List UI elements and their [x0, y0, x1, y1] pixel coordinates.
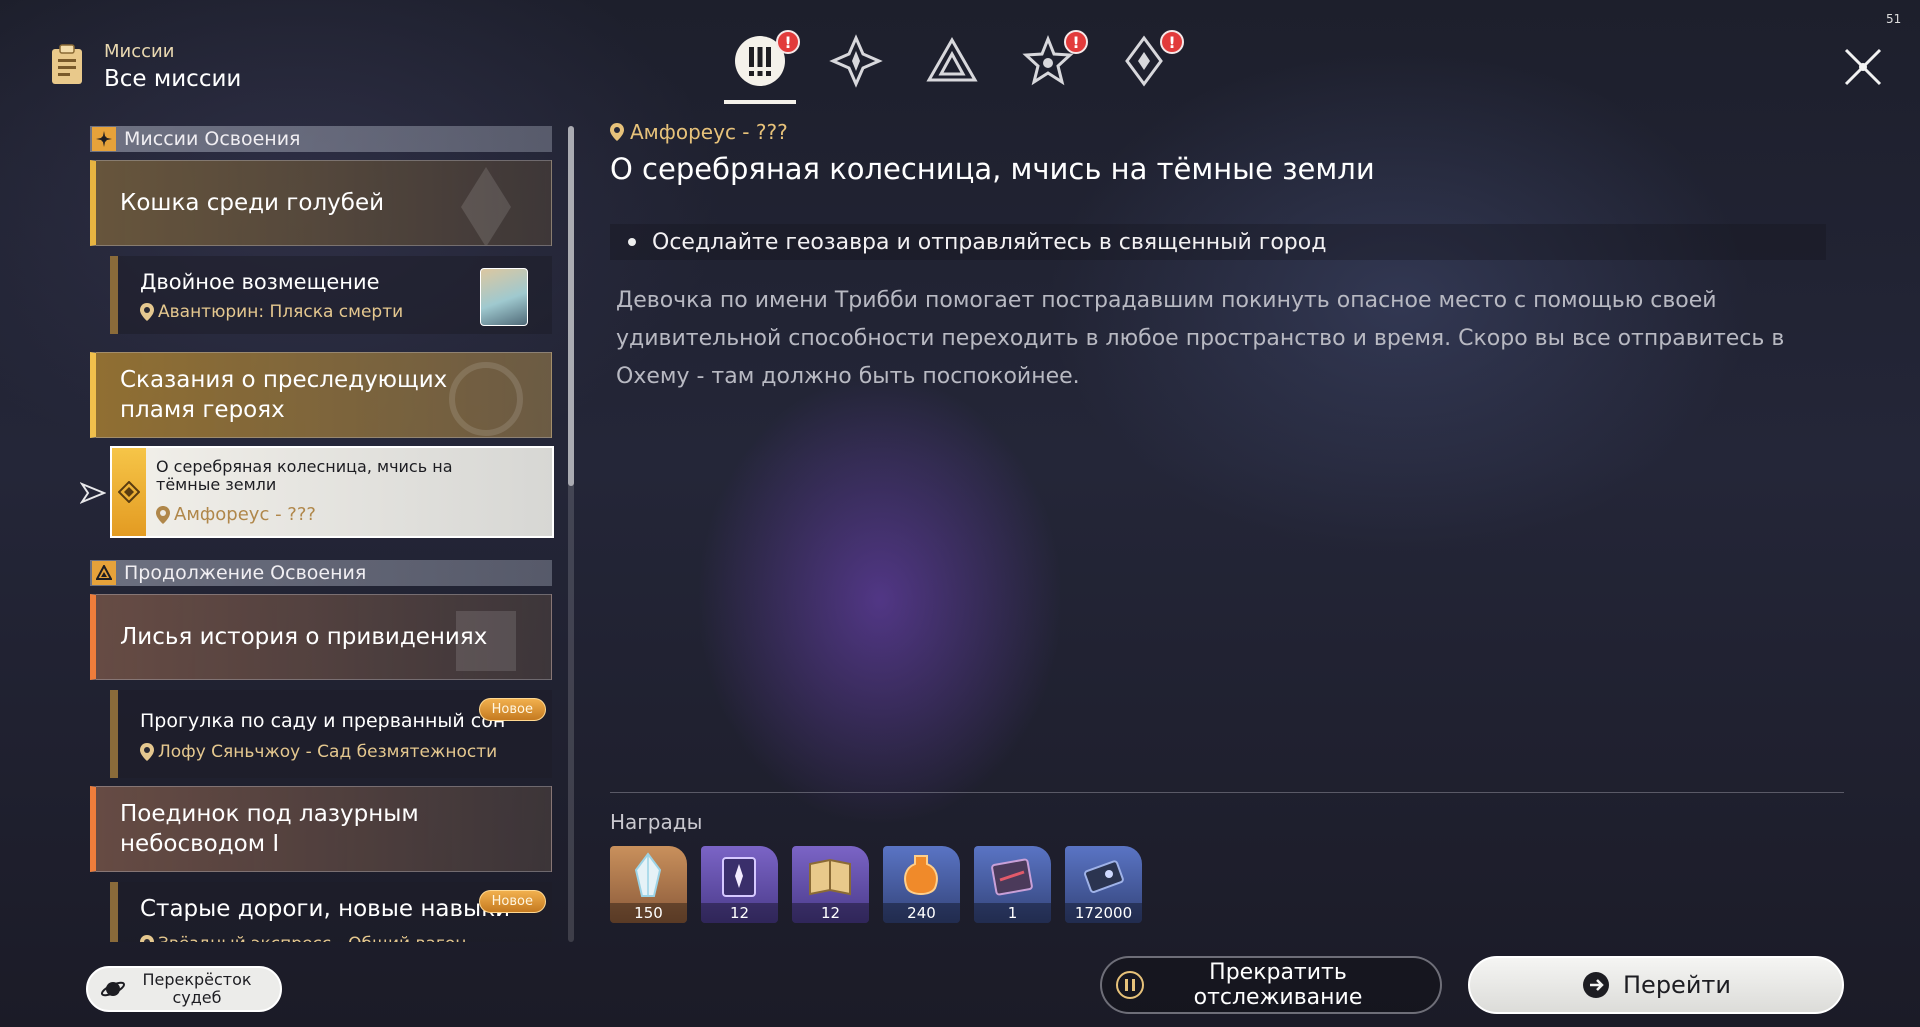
submission-title: Двойное возмещение	[140, 270, 380, 294]
close-icon[interactable]	[1840, 44, 1886, 90]
location-pin-icon	[140, 935, 154, 942]
go-arrow-icon	[1583, 972, 1609, 998]
crossroads-label: Перекрёсток судеб	[142, 970, 252, 1007]
section-header: Продолжение Освоения	[90, 560, 552, 586]
submission-location-text: Авантюрин: Пляска смерти	[158, 302, 404, 322]
submission-item-selected[interactable]: О серебряная колесница, мчись на тёмные …	[110, 446, 554, 538]
quest-title: О серебряная колесница, мчись на тёмные …	[610, 152, 1375, 186]
detail-location-text: Амфореус - ???	[630, 120, 788, 144]
location-pin-icon	[156, 505, 170, 524]
selected-pointer-icon	[80, 482, 106, 504]
stellar-jade-icon	[634, 852, 662, 897]
mission-item[interactable]: Лисья история о привидениях	[90, 594, 552, 680]
header-title: Все миссии	[104, 66, 242, 92]
submission-location-text: Лофу Сяньчжоу - Сад безмятежности	[158, 742, 498, 762]
submission-item[interactable]: Прогулка по саду и прерванный сон Лофу С…	[110, 690, 552, 778]
character-exp-material-icon	[722, 857, 756, 897]
rewards-divider	[610, 792, 1844, 793]
detail-location: Амфореус - ???	[610, 120, 788, 144]
missions-clipboard-icon	[52, 44, 82, 84]
mission-title: Поединок под лазурным небосводом I	[120, 801, 419, 857]
reward-count: 1	[974, 903, 1051, 923]
companion-missions-icon	[829, 34, 883, 88]
reward-item[interactable]: 150	[610, 846, 687, 923]
reward-item[interactable]: 240	[883, 846, 960, 923]
reward-count: 12	[701, 903, 778, 923]
traveler-guide-icon	[809, 858, 851, 896]
pause-icon	[1116, 971, 1144, 999]
submission-item[interactable]: Старые дороги, новые навыки Звёздный экс…	[110, 882, 552, 942]
submission-title: Старые дороги, новые навыки	[140, 896, 511, 922]
header-subtitle: Миссии	[104, 41, 175, 62]
crossroads-of-fate-button[interactable]: Перекрёсток судеб	[86, 966, 282, 1012]
quest-description: Девочка по имени Трибби помогает пострад…	[616, 288, 1785, 389]
tab-badge: !	[776, 30, 800, 54]
reward-item[interactable]: 1	[974, 846, 1051, 923]
section-header: Миссии Освоения	[90, 126, 552, 152]
fuel-icon	[904, 855, 938, 895]
rewards-list: 150 12 12 240 1 172000	[610, 846, 1142, 923]
stop-tracking-button[interactable]: Прекратить отслеживание	[1100, 956, 1442, 1014]
tab-daily-missions[interactable]: !	[1114, 24, 1184, 100]
trailblaze-section-icon	[92, 127, 116, 151]
mission-item[interactable]: Сказания о преследующих пламя героях	[90, 352, 552, 438]
selected-mission-bar	[112, 448, 146, 536]
adventure-missions-icon	[926, 36, 978, 82]
mission-emblem-icon	[449, 362, 523, 436]
go-label: Перейти	[1623, 971, 1731, 999]
reward-item[interactable]: 12	[701, 846, 778, 923]
reward-count: 12	[792, 903, 869, 923]
trailblaze-diamond-icon	[118, 481, 140, 503]
credit-icon	[1084, 860, 1124, 893]
mission-item[interactable]: Поединок под лазурным небосводом I	[90, 786, 552, 872]
light-cone-exp-icon	[991, 858, 1033, 896]
objective-text: Оседлайте геозавра и отправляйтесь в свя…	[652, 229, 1327, 255]
objective-row: Оседлайте геозавра и отправляйтесь в свя…	[610, 224, 1826, 260]
submission-title: Прогулка по саду и прерванный сон	[140, 710, 506, 732]
mission-emblem-icon	[461, 167, 511, 245]
location-pin-icon	[610, 123, 624, 141]
go-button[interactable]: Перейти	[1468, 956, 1844, 1014]
submission-location-text: Звёздный экспресс - Общий вагон	[158, 934, 466, 942]
mission-category-tabs: ! ! !	[724, 24, 1184, 104]
tab-trailblaze-missions[interactable]: !	[724, 24, 800, 104]
reward-count: 150	[610, 903, 687, 923]
reward-count: 240	[883, 903, 960, 923]
new-badge: Новое	[478, 698, 546, 721]
character-avatar	[480, 268, 528, 326]
mission-title: Кошка среди голубей	[120, 190, 385, 216]
reward-item[interactable]: 12	[792, 846, 869, 923]
fps-counter: 51	[1886, 12, 1902, 26]
submission-location: Лофу Сяньчжоу - Сад безмятежности	[140, 742, 497, 762]
section-label: Продолжение Освоения	[124, 562, 367, 584]
submission-location: Амфореус - ???	[156, 504, 316, 525]
tab-companion-missions[interactable]	[826, 24, 886, 100]
submission-item[interactable]: Двойное возмещение Авантюрин: Пляска сме…	[110, 256, 552, 334]
section-label: Миссии Освоения	[124, 128, 301, 150]
mission-item[interactable]: Кошка среди голубей	[90, 160, 552, 246]
mission-emblem-icon	[456, 611, 516, 671]
submission-location: Звёздный экспресс - Общий вагон	[140, 934, 466, 942]
tab-adventure-missions[interactable]	[922, 24, 982, 100]
tab-badge: !	[1160, 30, 1184, 54]
submission-title: О серебряная колесница, мчись на тёмные …	[156, 457, 453, 494]
new-badge: Новое	[478, 890, 546, 913]
submission-location-text: Амфореус - ???	[174, 504, 316, 525]
trailblaze-continuance-icon	[92, 561, 116, 585]
reward-count: 172000	[1065, 903, 1142, 923]
scrollbar-thumb[interactable]	[568, 126, 574, 486]
mission-list[interactable]: Миссии Освоения Кошка среди голубей Двой…	[90, 126, 554, 942]
bullet-icon	[628, 238, 636, 246]
planet-icon	[100, 981, 126, 997]
tab-badge: !	[1064, 30, 1088, 54]
location-pin-icon	[140, 303, 154, 321]
reward-item[interactable]: 172000	[1065, 846, 1142, 923]
tab-event-missions[interactable]: !	[1018, 24, 1088, 100]
rewards-label: Награды	[610, 810, 703, 834]
submission-location: Авантюрин: Пляска смерти	[140, 302, 403, 322]
stop-tracking-label: Прекратить отслеживание	[1193, 960, 1363, 1010]
location-pin-icon	[140, 743, 154, 761]
